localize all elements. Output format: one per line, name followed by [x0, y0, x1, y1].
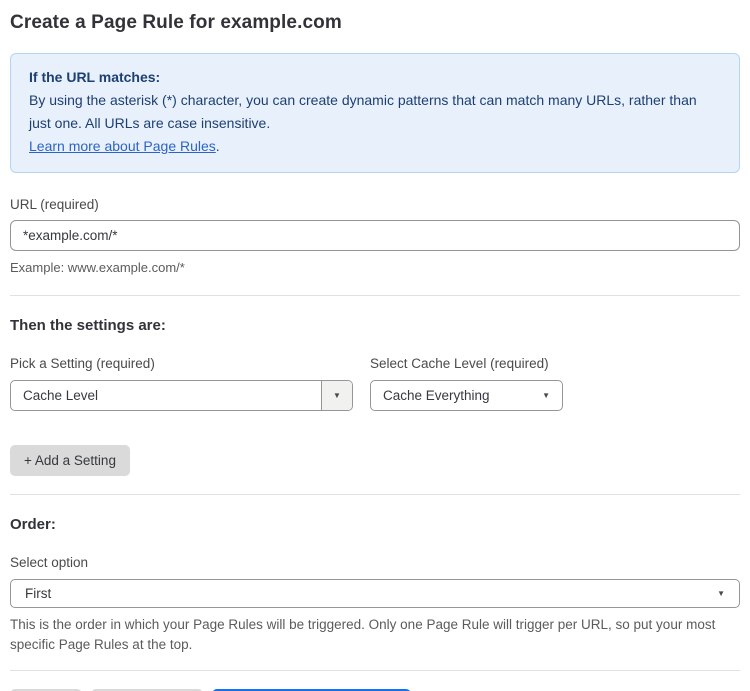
- pick-setting-dropdown[interactable]: Cache Level ▼: [10, 380, 353, 411]
- section-divider: [10, 295, 740, 296]
- page-title: Create a Page Rule for example.com: [10, 12, 342, 33]
- page-rule-form: Create a Page Rule for example.com If th…: [0, 12, 750, 691]
- order-dropdown[interactable]: First ▼: [10, 579, 740, 608]
- settings-section-heading: Then the settings are:: [10, 317, 166, 334]
- info-box-body: By using the asterisk (*) character, you…: [29, 92, 697, 131]
- footer-divider: [10, 670, 740, 671]
- order-section-heading: Order:: [10, 516, 56, 533]
- link-suffix: .: [215, 138, 220, 154]
- dropdown-arrow-box: ▼: [321, 381, 352, 410]
- order-help-text: This is the order in which your Page Rul…: [10, 617, 716, 652]
- settings-row: Pick a Setting (required) Cache Level ▼ …: [10, 334, 740, 411]
- cache-level-value: Cache Everything: [383, 388, 490, 403]
- url-match-info-box: If the URL matches: By using the asteris…: [10, 53, 740, 173]
- chevron-down-icon: ▼: [717, 588, 725, 598]
- info-box-heading: If the URL matches:: [29, 69, 161, 85]
- pick-setting-value: Cache Level: [23, 388, 99, 403]
- url-field-label: URL (required): [10, 197, 99, 212]
- chevron-down-icon: ▼: [333, 390, 341, 400]
- learn-more-link[interactable]: Learn more about Page Rules: [29, 138, 216, 154]
- cache-level-column: Select Cache Level (required) Cache Ever…: [370, 334, 563, 411]
- pick-setting-label: Pick a Setting (required): [10, 356, 155, 371]
- pick-setting-column: Pick a Setting (required) Cache Level ▼: [10, 334, 353, 411]
- order-value: First: [25, 586, 52, 601]
- add-setting-button[interactable]: + Add a Setting: [10, 445, 130, 476]
- order-select-label: Select option: [10, 555, 89, 570]
- info-box-link-line: Learn more about Page Rules.: [29, 135, 721, 158]
- url-example-text: Example: www.example.com/*: [10, 260, 185, 275]
- cache-level-dropdown[interactable]: Cache Everything ▼: [370, 380, 563, 411]
- chevron-down-icon: ▼: [542, 390, 550, 400]
- cache-level-label: Select Cache Level (required): [370, 356, 549, 371]
- section-divider: [10, 494, 740, 495]
- url-input[interactable]: [10, 220, 740, 251]
